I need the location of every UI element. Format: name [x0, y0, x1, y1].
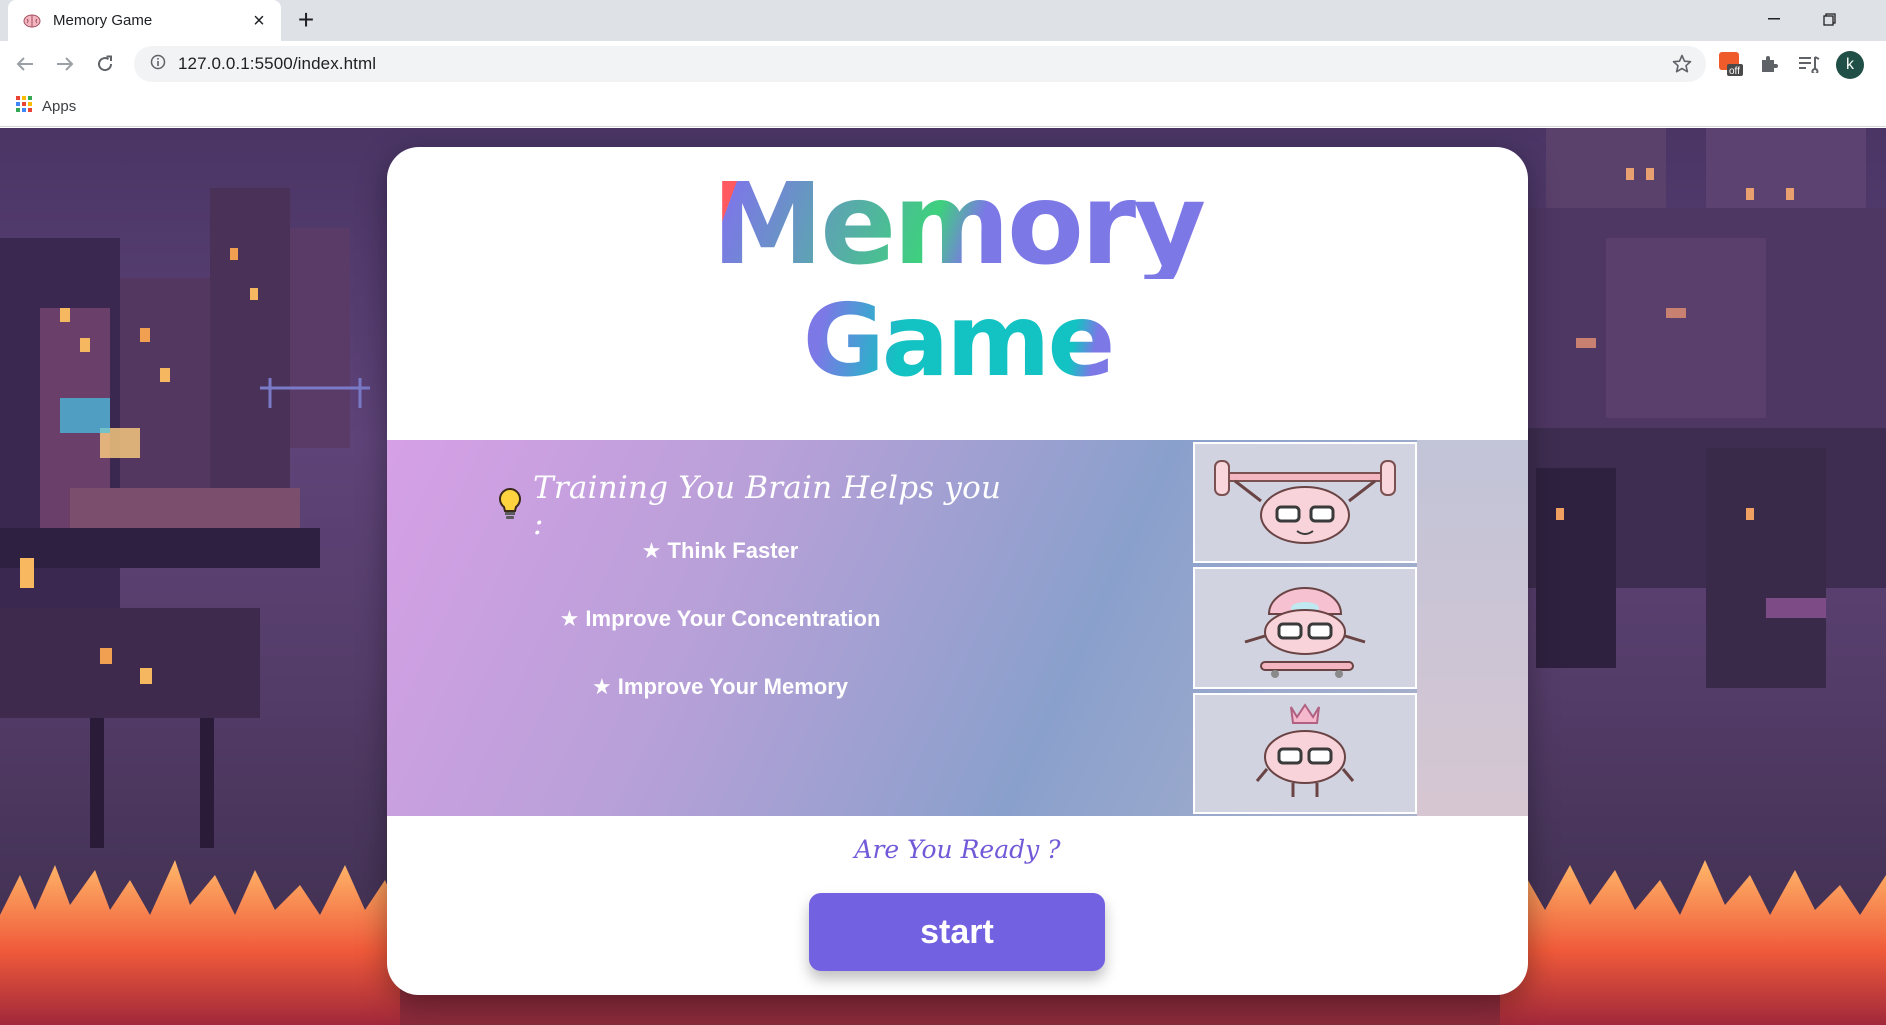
- lightbulb-icon: [497, 487, 523, 526]
- benefit-memory: ★ Improve Your Memory: [591, 674, 849, 699]
- tab-strip: Memory Game × +: [0, 0, 1886, 41]
- forward-icon[interactable]: [50, 49, 80, 79]
- city-background-right: [1486, 128, 1886, 688]
- bookmark-star-icon[interactable]: [1672, 54, 1692, 79]
- tab-title: Memory Game: [53, 12, 153, 29]
- profile-avatar[interactable]: k: [1836, 51, 1864, 79]
- apps-bookmark[interactable]: Apps: [42, 98, 76, 115]
- weightlifting-brain-icon: [1193, 442, 1417, 564]
- page-viewport: Memory Game Training You Brain Helps you…: [0, 128, 1886, 1025]
- brain-icon: [22, 11, 42, 31]
- restore-icon[interactable]: [1806, 4, 1852, 34]
- address-bar[interactable]: 127.0.0.1:5500/index.html: [134, 46, 1706, 82]
- browser-toolbar: 127.0.0.1:5500/index.html off k: [0, 41, 1886, 87]
- headline-text: Training You Brain Helps you :: [533, 470, 1002, 542]
- apps-grid-icon[interactable]: [16, 96, 32, 117]
- band-right-strip: [1417, 440, 1528, 816]
- city-background-left: [0, 188, 370, 848]
- benefit-concentration: ★ Improve Your Concentration: [559, 606, 881, 631]
- bookmarks-bar: Apps: [0, 87, 1886, 127]
- logo-title-line-1: Memory: [387, 169, 1528, 281]
- game-logo: Memory Game: [387, 169, 1528, 391]
- extension-badge: off: [1729, 66, 1740, 77]
- tab-close-icon[interactable]: ×: [249, 11, 269, 31]
- game-card: Memory Game Training You Brain Helps you…: [387, 147, 1528, 995]
- info-band: Training You Brain Helps you : ★ Think F…: [387, 440, 1528, 816]
- crowned-brain-icon: [1193, 692, 1417, 814]
- back-icon[interactable]: [10, 49, 40, 79]
- reload-icon[interactable]: [90, 49, 120, 79]
- ready-prompt: Are You Ready ?: [854, 835, 1061, 864]
- minimize-icon[interactable]: [1751, 4, 1797, 34]
- logo-title-line-2: Game: [387, 291, 1528, 391]
- start-button[interactable]: start: [809, 893, 1105, 971]
- extension-toggle-icon[interactable]: off: [1713, 47, 1749, 81]
- brain-illustrations: [1193, 442, 1417, 814]
- skateboarding-brain-icon: [1193, 567, 1417, 689]
- extensions-puzzle-icon[interactable]: [1754, 49, 1784, 79]
- reading-list-icon[interactable]: [1794, 49, 1824, 79]
- tab-memory-game[interactable]: Memory Game ×: [8, 0, 281, 41]
- benefit-think-faster: ★ Think Faster: [641, 538, 799, 563]
- url-text[interactable]: 127.0.0.1:5500/index.html: [178, 54, 376, 74]
- headline: Training You Brain Helps you :: [497, 470, 1017, 542]
- info-icon[interactable]: [150, 54, 166, 75]
- new-tab-button[interactable]: +: [292, 6, 320, 34]
